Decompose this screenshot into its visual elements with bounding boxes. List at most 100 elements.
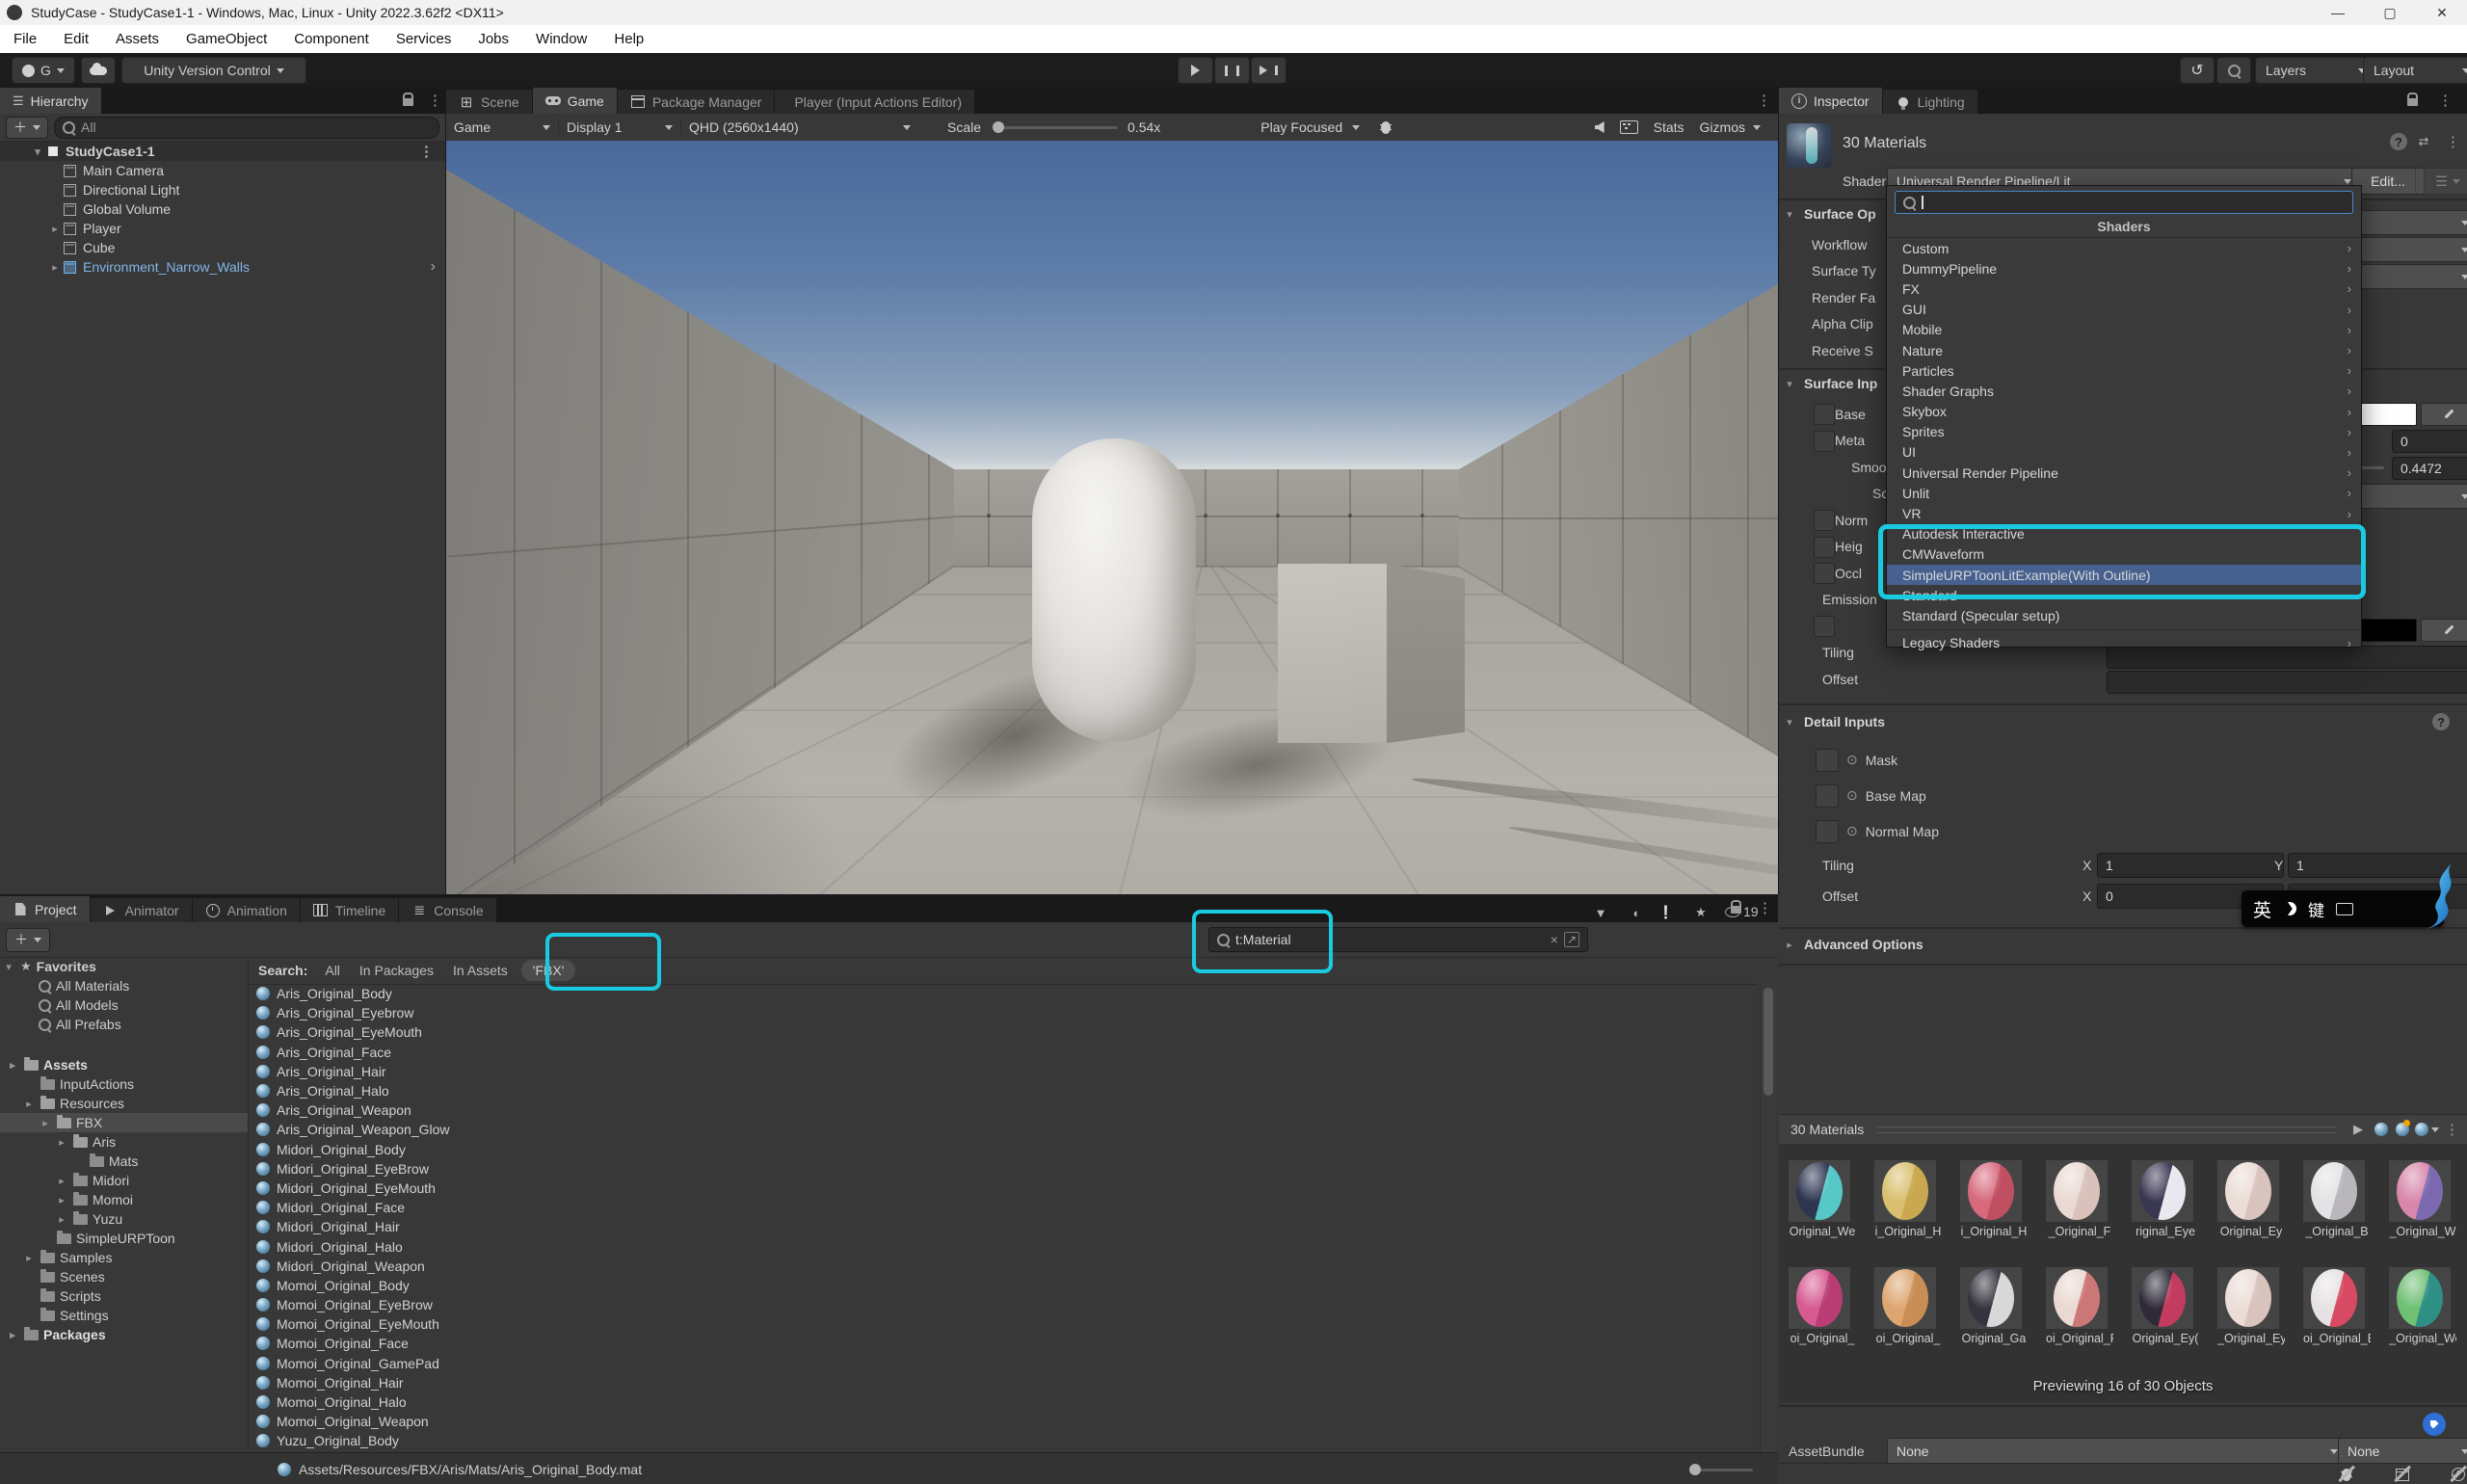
search-pill-fbx[interactable]: 'FBX' [521,960,576,981]
hierarchy-search-input[interactable]: All [54,117,439,139]
caret-icon[interactable] [39,1117,52,1129]
mute-audio-icon[interactable] [1595,121,1605,133]
material-list-item[interactable]: Midori_Original_Body [249,1140,1756,1159]
detail-inputs-header[interactable]: ▾ Detail Inputs ? [1783,713,2463,730]
ime-keyboard-label[interactable]: 键 [2308,897,2324,921]
view-tab[interactable]: Game [533,88,617,114]
material-list-item[interactable]: Momoi_Original_Weapon [249,1412,1756,1431]
create-button[interactable]: ＋ [6,117,48,139]
material-list-item[interactable]: Momoi_Original_EyeBrow [249,1295,1756,1314]
preview-menu-icon[interactable]: ⋮ [2445,1121,2459,1138]
preview-tile[interactable]: _Original_F [2046,1160,2113,1238]
search-everywhere-button[interactable] [2216,57,2251,84]
material-list-item[interactable]: Aris_Original_Hair [249,1062,1756,1081]
shader-option[interactable]: SimpleURPToonLitExample(With Outline) › [1887,565,2361,585]
menu-item[interactable]: File [0,25,50,53]
caret-down-icon[interactable]: ▾ [2,961,15,973]
preview-tile[interactable]: oi_Original_ [1789,1267,1856,1345]
inspector-tab[interactable]: Lighting [1883,90,1977,114]
menu-item[interactable]: Assets [102,25,172,53]
bottom-tab[interactable]: Project [0,896,90,922]
hierarchy-item[interactable]: Environment_Narrow_Walls › [0,257,445,277]
folder-row[interactable]: Momoi [0,1190,248,1209]
view-tab[interactable]: Package Manager [618,90,775,114]
preview-tile[interactable]: oi_Original_F [2046,1267,2113,1345]
material-list-item[interactable]: Midori_Original_Face [249,1198,1756,1217]
ime-keyboard-icon[interactable] [2336,903,2353,915]
menu-item[interactable]: Edit [50,25,102,53]
material-list-item[interactable]: Momoi_Original_GamePad [249,1354,1756,1373]
caret-right-icon[interactable] [48,223,62,235]
clear-search-icon[interactable]: × [1551,932,1558,947]
header-menu-icon[interactable]: ⋮ [2446,133,2460,150]
favorite-item[interactable]: All Models [0,995,248,1015]
favorite-item[interactable]: All Prefabs [0,1015,248,1034]
hierarchy-item[interactable]: Directional Light [0,180,445,199]
version-control-button[interactable]: Unity Version Control [121,57,306,84]
caret-icon[interactable] [55,1194,68,1206]
scope-in-assets[interactable]: In Assets [443,963,517,978]
preview-play-icon[interactable]: ▶ [2349,1121,2367,1138]
preview-tile[interactable]: _Original_B [2303,1160,2371,1238]
material-list-item[interactable]: Yuzu_Original_Body [249,1431,1756,1450]
menu-item[interactable]: Component [280,25,383,53]
zoom-slider-knob[interactable] [1689,1464,1701,1475]
caret-icon[interactable] [22,1098,36,1110]
preview-anim-sphere-icon[interactable] [2396,1123,2409,1136]
emission-eyedropper-button[interactable] [2421,619,2467,642]
game-panel-menu-icon[interactable]: ⋮ [1757,92,1771,109]
favorite-item[interactable]: All Materials [0,976,248,995]
shader-option[interactable]: VR › [1887,503,2361,523]
close-button[interactable]: ✕ [2421,0,2463,25]
hidden-count[interactable]: 19 [1725,904,1759,919]
material-list-item[interactable]: Momoi_Original_EyeMouth [249,1314,1756,1334]
folder-row[interactable]: Samples [0,1248,248,1267]
texture-slot[interactable] [1816,784,1839,808]
caret-icon[interactable] [55,1136,68,1149]
scope-in-packages[interactable]: In Packages [350,963,443,978]
smoothness-value-field[interactable]: 0.4472 [2392,457,2467,480]
hierarchy-item[interactable]: Player [0,219,445,238]
scene-menu-icon[interactable]: ⋮ [419,143,434,160]
lock-icon[interactable] [403,93,413,111]
open-search-window-icon[interactable]: ↗ [1564,932,1579,947]
debug-icon[interactable] [1381,121,1391,134]
assetbundle-tag-icon[interactable] [2423,1413,2446,1436]
material-list-item[interactable]: Aris_Original_Face [249,1043,1756,1062]
resolution-dropdown[interactable]: QHD (2560x1440) [680,119,918,135]
drag-handle[interactable] [1877,1126,2336,1133]
inspector-tab[interactable]: i Inspector [1779,88,1882,114]
shader-option[interactable]: Standard (Specular setup) › [1887,605,2361,625]
shader-option[interactable]: Mobile › [1887,320,2361,340]
step-button[interactable] [1251,57,1287,84]
material-list-item[interactable]: Momoi_Original_Face [249,1334,1756,1353]
favorite-filter-icon[interactable]: ★ [1692,904,1710,921]
material-list-item[interactable]: Aris_Original_Body [249,984,1756,1003]
shader-list-button[interactable]: ☰ [2415,168,2467,195]
material-list-item[interactable]: Aris_Original_Weapon [249,1100,1756,1120]
eyedropper-button[interactable] [2421,403,2467,426]
material-list-item[interactable]: Aris_Original_Eyebrow [249,1003,1756,1022]
bottom-tab[interactable]: Console [399,898,495,922]
shader-option[interactable]: DummyPipeline › [1887,258,2361,278]
preview-tile[interactable]: Original_Ga [1960,1267,2028,1345]
material-list-item[interactable]: Midori_Original_Hair [249,1217,1756,1236]
results-scrollbar[interactable] [1760,984,1776,1452]
shader-option[interactable]: Shader Graphs › [1887,381,2361,401]
material-list-item[interactable]: Aris_Original_EyeMouth [249,1022,1756,1042]
material-list-item[interactable]: Midori_Original_Halo [249,1236,1756,1256]
preview-lighting-dropdown[interactable] [2415,1123,2439,1136]
packages-disabled-icon[interactable] [2394,1466,2411,1483]
preview-tile[interactable]: oi_Original_ [1874,1267,1942,1345]
game-mode-dropdown[interactable]: Game [446,119,558,135]
game-viewport[interactable] [446,141,1778,894]
shader-option[interactable]: Sprites › [1887,422,2361,442]
scale-slider-knob[interactable] [993,121,1004,133]
favorites-row[interactable]: ▾ ★ Favorites [0,957,248,976]
help-icon[interactable]: ? [2432,713,2450,730]
hierarchy-item[interactable]: Global Volume [0,199,445,219]
bottom-tab[interactable]: Timeline [301,898,398,922]
preview-sphere-icon[interactable] [2374,1123,2388,1136]
hierarchy-item[interactable]: Main Camera [0,161,445,180]
shader-option[interactable]: Skybox › [1887,402,2361,422]
